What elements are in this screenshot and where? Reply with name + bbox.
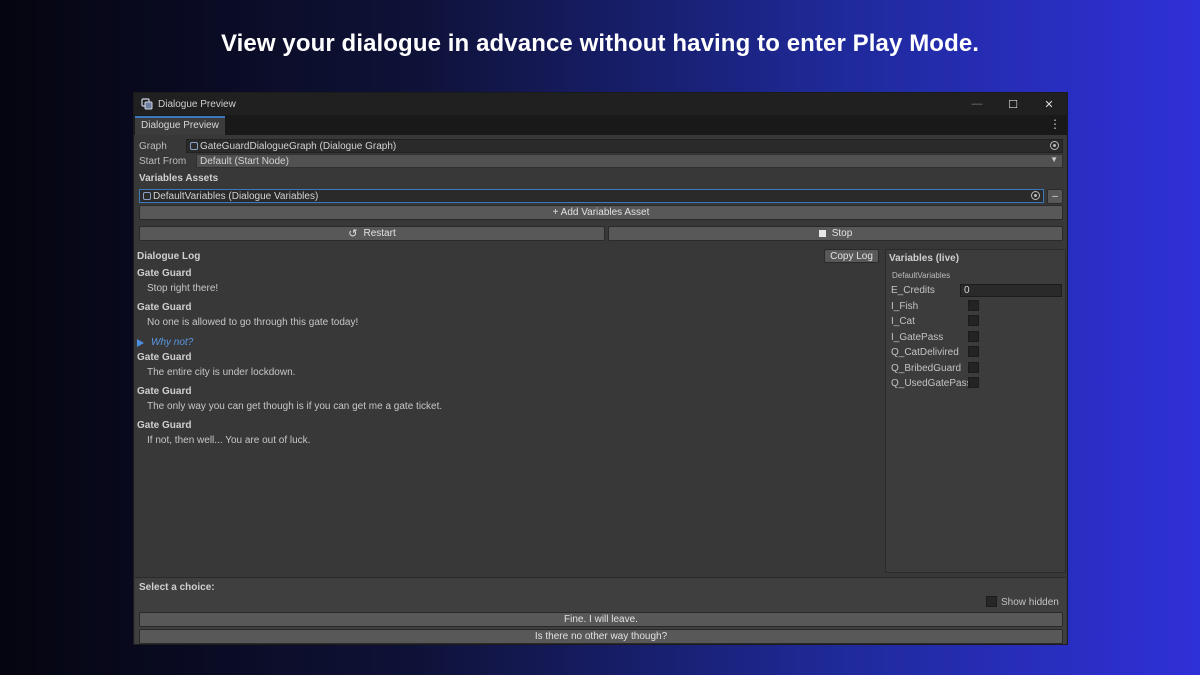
object-picker-icon[interactable] <box>1050 141 1059 150</box>
add-variables-asset-button[interactable]: + Add Variables Asset <box>139 205 1063 220</box>
dialogue-log-title: Dialogue Log <box>137 251 201 262</box>
variable-name: E_Credits <box>891 285 935 296</box>
log-speaker: Gate Guard <box>137 352 192 363</box>
restart-button[interactable]: ↺ Restart <box>139 226 605 241</box>
title-bar[interactable]: Dialogue Preview — ☐ ✕ <box>134 93 1067 115</box>
chevron-down-icon: ▼ <box>1050 155 1058 164</box>
log-speaker: Gate Guard <box>137 302 192 313</box>
graph-asset-icon <box>190 142 198 150</box>
tab-dialogue-preview[interactable]: Dialogue Preview <box>135 116 225 135</box>
variable-name: Q_BribedGuard <box>891 363 962 374</box>
play-arrow-icon <box>137 338 144 347</box>
dialogue-log-panel: Dialogue Log Copy Log Gate Guard Stop ri… <box>134 249 882 577</box>
close-button[interactable]: ✕ <box>1031 93 1067 115</box>
select-choice-title: Select a choice: <box>139 582 215 593</box>
log-line: The entire city is under lockdown. <box>147 367 296 378</box>
variable-checkbox[interactable] <box>968 315 979 326</box>
variables-asset-name: DefaultVariables <box>892 271 951 280</box>
log-choice-text: Why not? <box>151 337 194 348</box>
log-speaker: Gate Guard <box>137 386 192 397</box>
copy-log-button[interactable]: Copy Log <box>824 249 879 263</box>
variable-name: I_Cat <box>891 316 915 327</box>
window-title: Dialogue Preview <box>158 98 236 110</box>
tab-bar: Dialogue Preview ⋮ <box>134 115 1067 135</box>
stop-button[interactable]: Stop <box>608 226 1063 241</box>
choice-panel: Select a choice: Show hidden Fine. I wil… <box>135 577 1066 644</box>
dialogue-app-icon <box>141 98 153 110</box>
graph-value: GateGuardDialogueGraph (Dialogue Graph) <box>200 140 397 152</box>
start-from-dropdown[interactable]: Default (Start Node) ▼ <box>196 154 1063 168</box>
log-speaker: Gate Guard <box>137 268 192 279</box>
variables-asset-field[interactable]: DefaultVariables (Dialogue Variables) <box>139 189 1044 203</box>
log-line: No one is allowed to go through this gat… <box>147 317 359 328</box>
log-line: The only way you can get though is if yo… <box>147 401 443 412</box>
log-choice: Why not? <box>137 337 193 348</box>
restart-label: Restart <box>363 228 396 239</box>
variable-value-input[interactable]: 0 <box>960 284 1062 297</box>
remove-variables-asset-button[interactable]: – <box>1047 189 1063 204</box>
minimize-button[interactable]: — <box>959 93 995 115</box>
show-hidden-label: Show hidden <box>1001 597 1059 608</box>
graph-field[interactable]: GateGuardDialogueGraph (Dialogue Graph) <box>186 139 1063 153</box>
variable-name: Q_UsedGatePass <box>891 378 972 389</box>
log-line: If not, then well... You are out of luck… <box>147 435 311 446</box>
variables-live-panel: Variables (live) DefaultVariables E_Cred… <box>885 249 1066 573</box>
variable-checkbox[interactable] <box>968 300 979 311</box>
choice-button[interactable]: Fine. I will leave. <box>139 612 1063 627</box>
headline: View your dialogue in advance without ha… <box>220 30 980 57</box>
variables-assets-title: Variables Assets <box>139 173 219 184</box>
variables-asset-value: DefaultVariables (Dialogue Variables) <box>153 190 319 202</box>
variable-name: Q_CatDelivired <box>891 347 959 358</box>
variables-asset-icon <box>143 192 151 200</box>
maximize-button[interactable]: ☐ <box>995 93 1031 115</box>
restart-icon: ↺ <box>348 228 358 240</box>
log-line: Stop right there! <box>147 283 219 294</box>
variables-live-title: Variables (live) <box>889 253 960 264</box>
variable-checkbox[interactable] <box>968 362 979 373</box>
variable-checkbox[interactable] <box>968 377 979 388</box>
variable-name: I_GatePass <box>891 332 944 343</box>
stop-label: Stop <box>831 228 853 239</box>
variable-checkbox[interactable] <box>968 346 979 357</box>
stop-icon <box>818 230 826 237</box>
variable-checkbox[interactable] <box>968 331 979 342</box>
more-options-icon[interactable]: ⋮ <box>1049 117 1061 131</box>
show-hidden-checkbox[interactable] <box>986 596 997 607</box>
choice-button[interactable]: Is there no other way though? <box>139 629 1063 644</box>
log-speaker: Gate Guard <box>137 420 192 431</box>
dialogue-preview-window: Dialogue Preview — ☐ ✕ Dialogue Preview … <box>133 92 1068 645</box>
start-from-value: Default (Start Node) <box>200 155 289 167</box>
start-from-label: Start From <box>139 155 187 167</box>
variable-name: I_Fish <box>891 301 919 312</box>
object-picker-icon[interactable] <box>1031 191 1040 200</box>
